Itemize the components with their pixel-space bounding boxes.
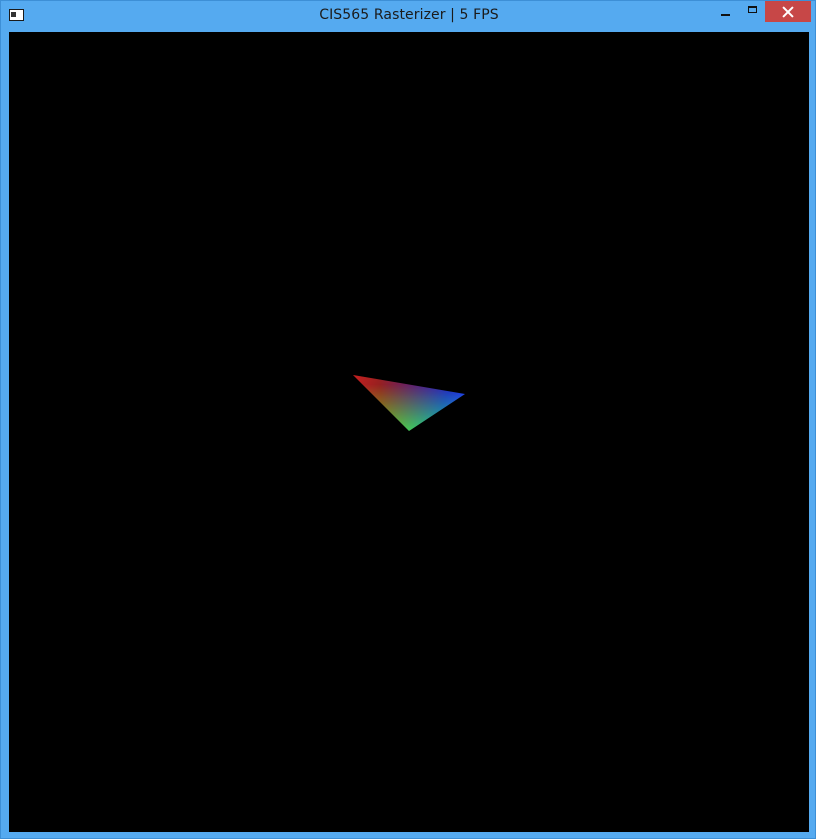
shaded-triangle [353,375,465,431]
render-canvas [353,375,465,431]
app-window: CIS565 Rasterizer | 5 FPS [0,0,816,839]
render-viewport[interactable] [9,32,809,832]
close-icon [782,6,794,18]
minimize-icon [720,13,730,16]
window-title: CIS565 Rasterizer | 5 FPS [319,7,499,23]
close-button[interactable] [765,1,811,22]
maximize-icon [747,6,757,13]
maximize-button[interactable] [739,1,765,22]
title-bar[interactable]: CIS565 Rasterizer | 5 FPS [1,1,816,31]
minimize-button[interactable] [711,1,739,22]
